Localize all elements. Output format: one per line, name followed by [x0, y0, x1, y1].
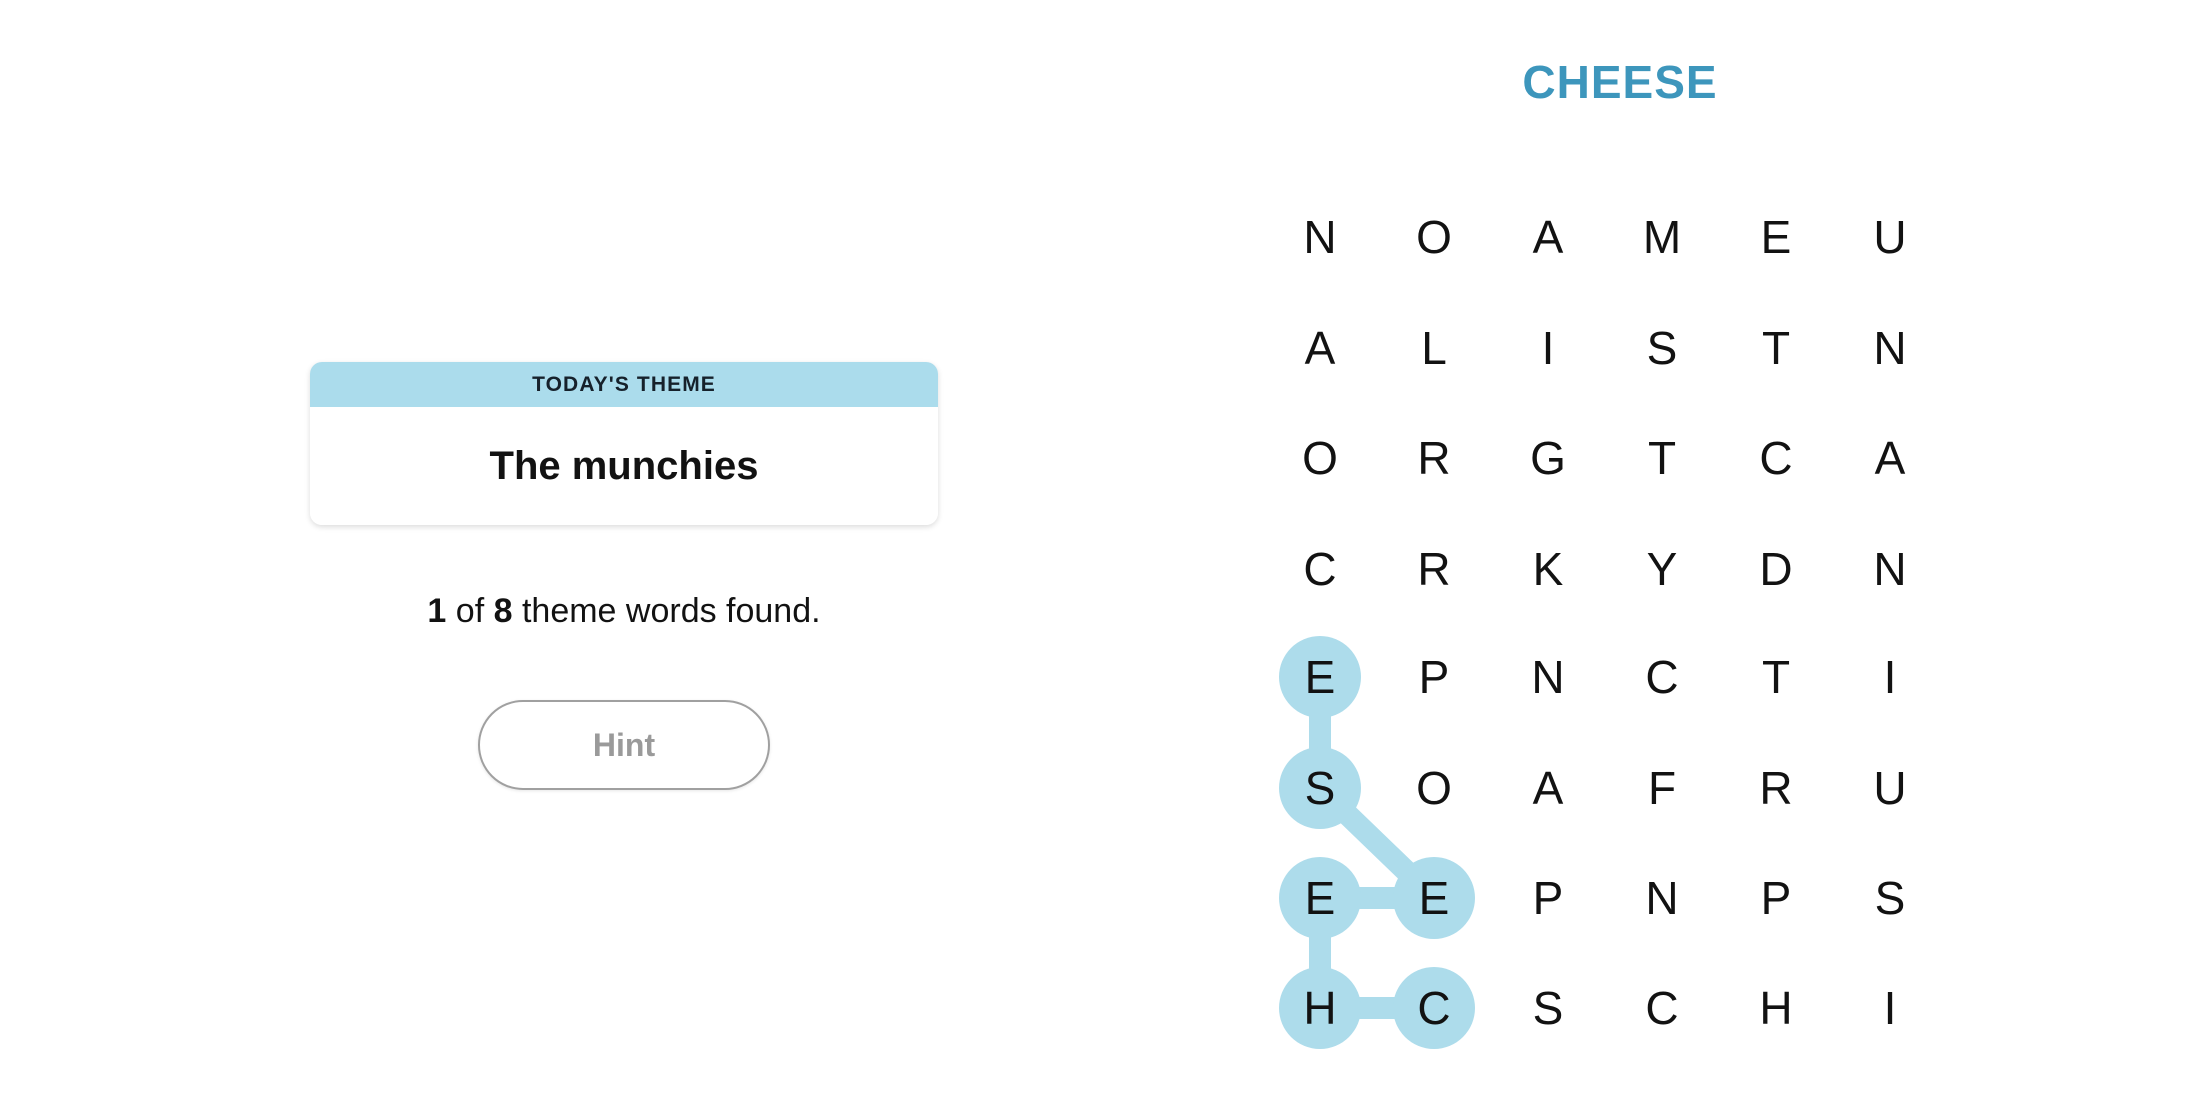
theme-word: The munchies [489, 443, 759, 488]
grid-cell-r6c6[interactable]: U [1849, 747, 1931, 829]
grid-cell-r2c1[interactable]: A [1279, 307, 1361, 389]
grid-cell-r6c2[interactable]: O [1393, 747, 1475, 829]
grid-cell-r1c1[interactable]: N [1279, 196, 1361, 278]
theme-card-body: The munchies [310, 407, 938, 525]
grid-cell-r5c5[interactable]: T [1735, 636, 1817, 718]
grid-cell-r4c2[interactable]: R [1393, 528, 1475, 610]
grid-cell-r1c4[interactable]: M [1621, 196, 1703, 278]
grid-cell-r2c4[interactable]: S [1621, 307, 1703, 389]
grid-cell-r6c3[interactable]: A [1507, 747, 1589, 829]
grid-cell-r4c3[interactable]: K [1507, 528, 1589, 610]
grid-cell-r2c6[interactable]: N [1849, 307, 1931, 389]
found-count: 1 [427, 592, 447, 630]
grid-cell-r2c2[interactable]: L [1393, 307, 1475, 389]
grid-cell-r4c6[interactable]: N [1849, 528, 1931, 610]
grid-cell-r1c6[interactable]: U [1849, 196, 1931, 278]
grid-cell-r3c3[interactable]: G [1507, 417, 1589, 499]
grid-cell-r7c6[interactable]: S [1849, 857, 1931, 939]
hint-button[interactable]: Hint [478, 700, 770, 790]
grid-cell-r3c6[interactable]: A [1849, 417, 1931, 499]
grid-cell-r5c4[interactable]: C [1621, 636, 1703, 718]
progress-status: 1 of 8 theme words found. [310, 592, 938, 631]
grid-cell-r7c4[interactable]: N [1621, 857, 1703, 939]
theme-card-header: TODAY'S THEME [310, 362, 938, 407]
grid-cell-r3c2[interactable]: R [1393, 417, 1475, 499]
grid-cell-r8c5[interactable]: H [1735, 967, 1817, 1049]
grid-cell-r5c3[interactable]: N [1507, 636, 1589, 718]
grid-cell-r7c5[interactable]: P [1735, 857, 1817, 939]
grid-cell-r3c4[interactable]: T [1621, 417, 1703, 499]
grid-cell-r2c3[interactable]: I [1507, 307, 1589, 389]
grid-cell-r8c4[interactable]: C [1621, 967, 1703, 1049]
grid-cell-r4c5[interactable]: D [1735, 528, 1817, 610]
grid-cell-r4c1[interactable]: C [1279, 528, 1361, 610]
grid-cell-r6c4[interactable]: F [1621, 747, 1703, 829]
grid-cell-r3c5[interactable]: C [1735, 417, 1817, 499]
grid-cell-r1c5[interactable]: E [1735, 196, 1817, 278]
grid-cell-r8c1[interactable]: H [1279, 967, 1361, 1049]
grid-cell-r6c1[interactable]: S [1279, 747, 1361, 829]
grid-cell-r4c4[interactable]: Y [1621, 528, 1703, 610]
grid-cell-r1c2[interactable]: O [1393, 196, 1475, 278]
grid-cell-r1c3[interactable]: A [1507, 196, 1589, 278]
right-panel: CHEESE NOAMEUALISTNORGTCACRKYDNEPNCTISOA… [1240, 0, 2200, 1100]
total-count: 8 [493, 592, 513, 630]
grid-cell-r8c2[interactable]: C [1393, 967, 1475, 1049]
todays-theme-card: TODAY'S THEME The munchies [310, 362, 938, 525]
grid-cell-r6c5[interactable]: R [1735, 747, 1817, 829]
progress-separator: of [446, 592, 494, 630]
grid-cell-r3c1[interactable]: O [1279, 417, 1361, 499]
progress-suffix: theme words found. [512, 592, 821, 630]
grid-cell-r2c5[interactable]: T [1735, 307, 1817, 389]
left-panel: TODAY'S THEME The munchies 1 of 8 theme … [0, 0, 1240, 1100]
grid-cell-r5c2[interactable]: P [1393, 636, 1475, 718]
word-search-grid[interactable]: NOAMEUALISTNORGTCACRKYDNEPNCTISOAFRUEEPN… [1240, 0, 2200, 1100]
grid-cell-r7c1[interactable]: E [1279, 857, 1361, 939]
grid-cell-r7c3[interactable]: P [1507, 857, 1589, 939]
grid-cell-r5c6[interactable]: I [1849, 636, 1931, 718]
grid-cell-r8c6[interactable]: I [1849, 967, 1931, 1049]
theme-card-label: TODAY'S THEME [532, 372, 716, 396]
grid-cell-r7c2[interactable]: E [1393, 857, 1475, 939]
grid-cell-r8c3[interactable]: S [1507, 967, 1589, 1049]
hint-button-label: Hint [592, 726, 656, 763]
found-word-path [1309, 666, 1445, 1019]
grid-cell-r5c1[interactable]: E [1279, 636, 1361, 718]
